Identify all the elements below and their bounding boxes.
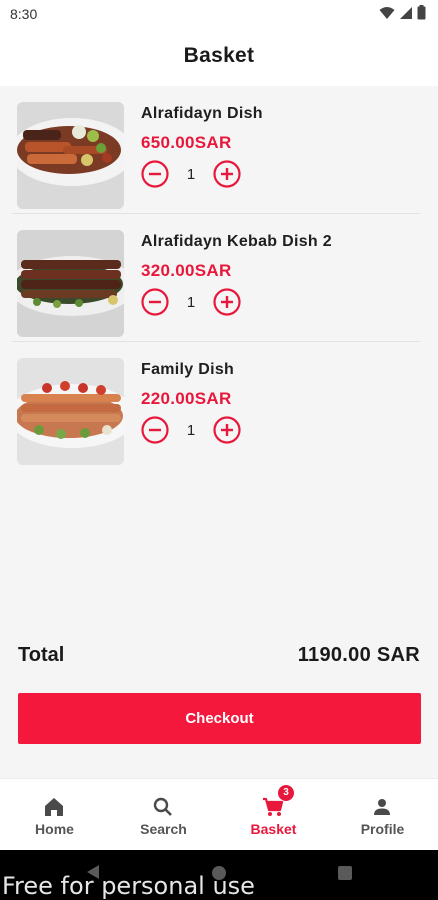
decrease-quantity-button[interactable] <box>141 416 169 444</box>
nav-search[interactable]: Search <box>109 779 218 851</box>
home-icon <box>45 798 63 816</box>
basket-item: Alrafidayn Dish 650.00SAR 1 <box>0 86 438 214</box>
item-image <box>17 102 124 209</box>
status-time: 8:30 <box>10 6 38 22</box>
status-bar: 8:30 <box>0 0 438 28</box>
page-title: Basket <box>183 44 255 67</box>
item-image <box>17 230 124 337</box>
nav-home-label: Home <box>35 821 74 837</box>
basket-item: Alrafidayn Kebab Dish 2 320.00SAR 1 <box>0 214 438 342</box>
decrease-quantity-button[interactable] <box>141 160 169 188</box>
basket-content: Alrafidayn Dish 650.00SAR 1 Alrafidayn K… <box>0 86 438 778</box>
nav-search-label: Search <box>140 821 187 837</box>
total-label: Total <box>18 644 65 666</box>
quantity-value: 1 <box>186 166 196 183</box>
item-price: 320.00SAR <box>141 261 232 280</box>
total-value: 1190.00 SAR <box>297 644 420 666</box>
nav-profile-label: Profile <box>360 821 405 837</box>
person-icon <box>374 799 390 815</box>
quantity-value: 1 <box>186 422 196 439</box>
increase-quantity-button[interactable] <box>213 416 241 444</box>
app-header: Basket <box>0 28 438 86</box>
nav-basket[interactable]: 3 Basket <box>219 779 328 851</box>
quantity-value: 1 <box>186 294 196 311</box>
recent-apps-icon[interactable] <box>338 866 352 880</box>
signal-icon <box>400 6 412 19</box>
item-name: Alrafidayn Dish <box>141 105 263 122</box>
quantity-stepper: 1 <box>141 160 245 190</box>
wifi-icon <box>379 6 395 19</box>
search-icon <box>153 797 172 816</box>
item-name: Family Dish <box>141 361 235 378</box>
item-price: 650.00SAR <box>141 133 232 152</box>
quantity-stepper: 1 <box>141 288 245 318</box>
nav-profile[interactable]: Profile <box>328 779 437 851</box>
status-icons <box>379 5 426 20</box>
increase-quantity-button[interactable] <box>213 288 241 316</box>
basket-count-badge: 3 <box>278 785 294 801</box>
battery-icon <box>417 5 426 20</box>
checkout-button[interactable]: Checkout <box>18 693 421 744</box>
nav-home[interactable]: Home <box>0 779 109 851</box>
increase-quantity-button[interactable] <box>213 160 241 188</box>
basket-item: Family Dish 220.00SAR 1 <box>0 342 438 470</box>
bottom-nav: Home Search 3 Basket Profile <box>0 778 438 850</box>
nav-basket-label: Basket <box>250 821 297 837</box>
decrease-quantity-button[interactable] <box>141 288 169 316</box>
item-name: Alrafidayn Kebab Dish 2 <box>141 233 332 250</box>
watermark-text: Free for personal use <box>2 872 255 900</box>
item-image <box>17 358 124 465</box>
quantity-stepper: 1 <box>141 416 245 446</box>
item-price: 220.00SAR <box>141 389 232 408</box>
